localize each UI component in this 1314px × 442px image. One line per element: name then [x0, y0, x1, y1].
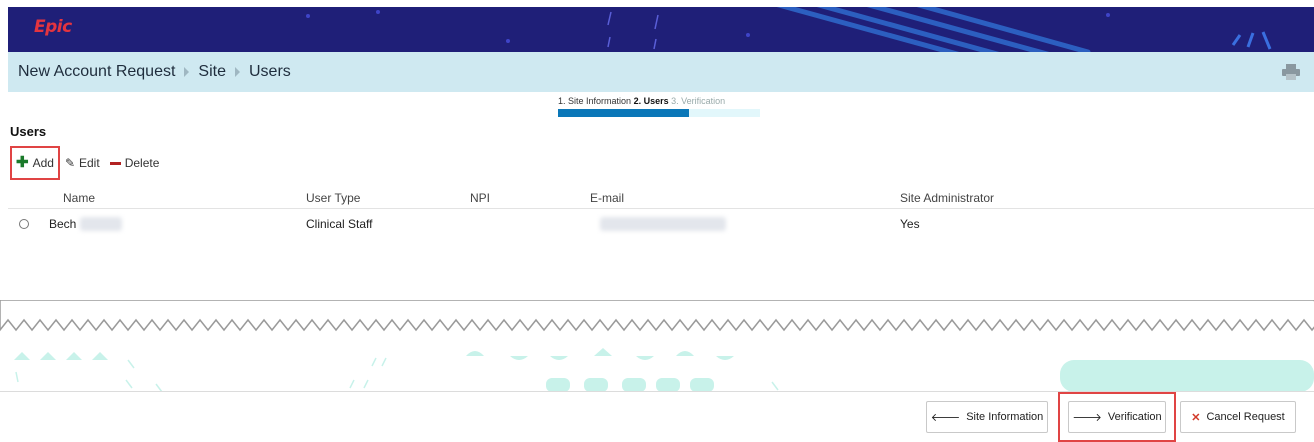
redacted-name: xxxxxxx [79, 217, 122, 231]
plus-icon: ✚ [16, 154, 29, 171]
user-name: Bech [49, 217, 77, 231]
column-header-name[interactable]: Name [63, 191, 95, 205]
header-banner: Epic [8, 7, 1314, 52]
table-header: Name User Type NPI E-mail Site Administr… [8, 186, 1314, 209]
breadcrumb-item-users: Users [249, 63, 291, 80]
breadcrumb-item-site[interactable]: Site [198, 63, 226, 81]
redacted-email: xxxxxxxxxxxxxxxxxxxxx [600, 217, 726, 231]
breadcrumb: New Account Request Site Users [18, 63, 291, 81]
delete-button[interactable]: Delete [109, 156, 160, 170]
edit-label: Edit [79, 156, 100, 170]
column-header-npi[interactable]: NPI [470, 191, 490, 205]
users-table: Name User Type NPI E-mail Site Administr… [8, 186, 1314, 239]
breadcrumb-separator-icon [235, 67, 240, 77]
section-title: Users [10, 124, 47, 139]
site-admin-cell: Yes [900, 217, 920, 231]
minus-icon [109, 161, 121, 165]
email-cell: xxxxxxxxxxxxxxxxxxxxx [600, 217, 726, 231]
user-type-cell: Clinical Staff [306, 217, 373, 231]
next-button-label: Verification [1107, 411, 1162, 423]
breadcrumb-bar: New Account Request Site Users [8, 52, 1314, 92]
table-row[interactable]: Bech xxxxxxx Clinical Staff xxxxxxxxxxxx… [8, 209, 1314, 239]
step-users: 2. Users [633, 96, 669, 106]
close-icon: ✕ [1191, 411, 1201, 424]
arrow-right-icon: 🡒 [1072, 412, 1102, 424]
delete-label: Delete [124, 156, 160, 170]
print-icon[interactable] [1282, 64, 1300, 85]
back-site-information-button[interactable]: 🡐 Site Information [926, 401, 1048, 433]
user-name-cell: Bech xxxxxxx [49, 217, 122, 231]
arrow-left-icon: 🡐 [930, 412, 961, 424]
users-toolbar: ✚ Add ✎ Edit Delete [10, 145, 169, 181]
progress-bar-fill [558, 109, 690, 117]
step-site-information: 1. Site Information [558, 96, 632, 106]
back-button-label: Site Information [966, 411, 1044, 423]
add-label: Add [32, 156, 54, 170]
pencil-icon: ✎ [64, 156, 75, 170]
column-header-email[interactable]: E-mail [590, 191, 624, 205]
breadcrumb-separator-icon [184, 67, 190, 77]
add-button[interactable]: ✚ Add [16, 154, 54, 171]
cancel-request-button[interactable]: ✕ Cancel Request [1180, 401, 1296, 433]
add-highlight: ✚ Add [10, 146, 60, 180]
next-verification-button[interactable]: 🡒 Verification [1068, 401, 1166, 433]
column-header-user-type[interactable]: User Type [306, 191, 360, 205]
breadcrumb-item-new-account-request[interactable]: New Account Request [18, 63, 175, 81]
step-progress: 1. Site Information 2. Users 3. Verifica… [558, 96, 768, 117]
row-select-radio[interactable] [19, 219, 29, 229]
column-header-site-administrator[interactable]: Site Administrator [900, 191, 994, 205]
edit-button[interactable]: ✎ Edit [65, 156, 100, 170]
step-verification: 3. Verification [671, 96, 726, 106]
epic-logo: Epic [34, 17, 72, 37]
banner-decoration [306, 7, 1272, 52]
cancel-button-label: Cancel Request [1206, 411, 1285, 423]
progress-bar [558, 109, 760, 117]
torn-edge-decoration [0, 300, 1314, 392]
footer-bar: 🡐 Site Information 🡒 Verification ✕ Canc… [0, 391, 1314, 442]
